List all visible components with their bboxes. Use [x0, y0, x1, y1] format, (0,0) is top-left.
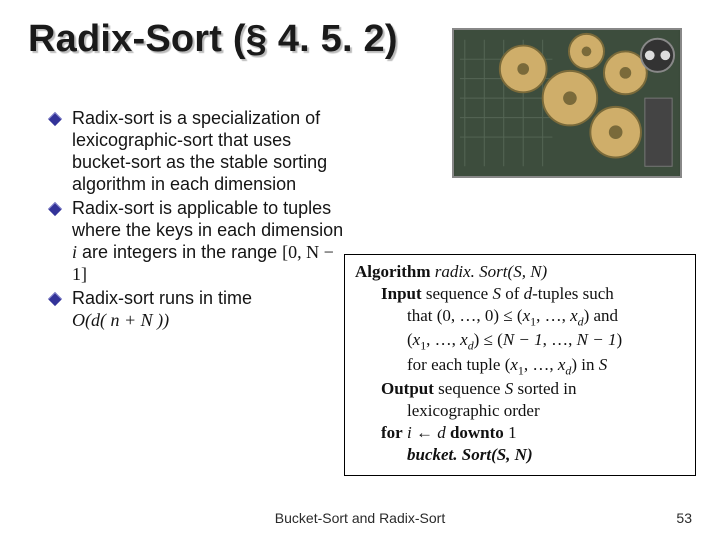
kw-for: for: [381, 423, 403, 442]
bullet-3: Radix-sort runs in time O(d( n + N )): [50, 288, 350, 332]
algo-input3: (x1, …, xd) ≤ (N − 1, …, N − 1): [407, 329, 685, 354]
in-of: of: [501, 284, 524, 303]
algo-args: (S, N): [508, 262, 548, 281]
in-tuples: -tuples such: [532, 284, 614, 303]
in3-N1: N − 1: [503, 330, 543, 349]
bullet-1: Radix-sort is a specialization of lexico…: [50, 108, 350, 196]
kw-downto: downto: [450, 423, 504, 442]
in3-xd: x: [460, 330, 468, 349]
in4-for: for each tuple (: [407, 355, 510, 374]
in4-ell: , …,: [524, 355, 558, 374]
in4-inS: ) in: [571, 355, 598, 374]
bullet-2-pre: Radix-sort is applicable to tuples where…: [72, 198, 343, 240]
kw-input: Input: [381, 284, 422, 303]
bullet-3-time: O(d( n + N )): [72, 310, 169, 330]
gear-illustration: [452, 28, 682, 178]
algo-output2: lexicographic order: [407, 400, 685, 422]
in-ell1: , …,: [536, 306, 570, 325]
out-sorted: sorted in: [513, 379, 576, 398]
in3-le: ) ≤ (: [474, 330, 503, 349]
bullet-3-text: Radix-sort runs in time: [72, 288, 252, 308]
in-that: that (0, …, 0) ≤ (: [407, 306, 523, 325]
in-and: ) and: [584, 306, 618, 325]
out-seq: sequence: [434, 379, 505, 398]
in3-ell: , …,: [426, 330, 460, 349]
in-xda: x: [570, 306, 578, 325]
bullet-2: Radix-sort is applicable to tuples where…: [50, 198, 350, 286]
page-number: 53: [676, 510, 692, 526]
algo-input: Input sequence S of d-tuples such: [381, 283, 685, 305]
algo-for: for i ← d downto 1: [381, 422, 685, 444]
in3-ell2: , …,: [543, 330, 577, 349]
bs-args: (S, N): [491, 445, 533, 464]
bullet-2-post: are integers in the range: [77, 242, 282, 262]
out-S: S: [505, 379, 514, 398]
in4-S: S: [599, 355, 608, 374]
algorithm-box: Algorithm radix. Sort(S, N) Input sequen…: [344, 254, 696, 476]
bullet-list: Radix-sort is a specialization of lexico…: [50, 108, 350, 334]
in-seq: sequence: [422, 284, 493, 303]
for-assign: i ← d: [407, 423, 446, 442]
bs-name: bucket. Sort: [407, 445, 491, 464]
footer-label: Bucket-Sort and Radix-Sort: [0, 510, 720, 526]
in3-close: ): [616, 330, 622, 349]
algo-input2: that (0, …, 0) ≤ (x1, …, xd) and: [407, 305, 685, 330]
algo-name: radix. Sort: [435, 262, 508, 281]
in-d: d: [524, 284, 533, 303]
algo-bucketsort: bucket. Sort(S, N): [407, 444, 685, 466]
in-x1a: x: [523, 306, 531, 325]
in-S: S: [492, 284, 501, 303]
algo-input4: for each tuple (x1, …, xd) in S: [407, 354, 685, 379]
kw-output: Output: [381, 379, 434, 398]
in4-x1: x: [510, 355, 518, 374]
algo-output: Output sequence S sorted in: [381, 378, 685, 400]
algo-header: Algorithm radix. Sort(S, N): [355, 261, 685, 283]
for-one: 1: [508, 423, 517, 442]
in3-N2: N − 1: [577, 330, 617, 349]
kw-algorithm: Algorithm: [355, 262, 431, 281]
slide-title: Radix-Sort (§ 4. 5. 2): [28, 18, 398, 61]
